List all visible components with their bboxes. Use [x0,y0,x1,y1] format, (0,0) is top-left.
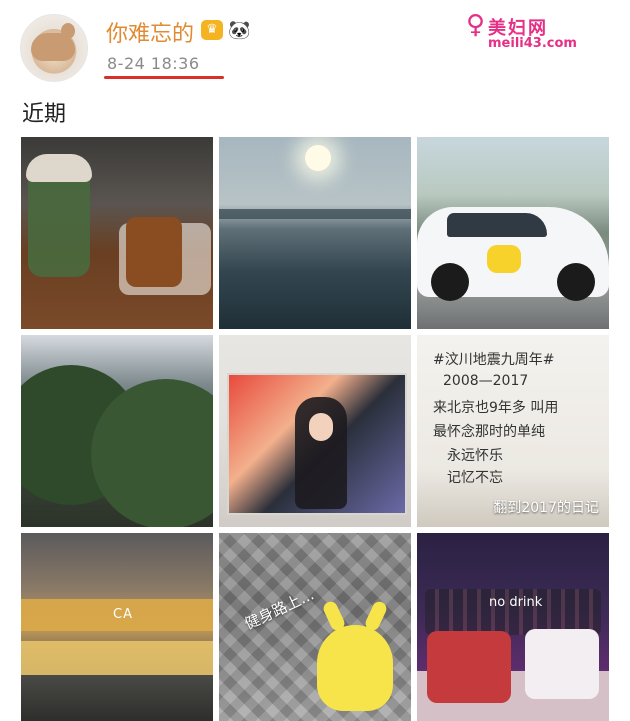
storefront-signage-text: CA [113,607,133,622]
photo-tile-1[interactable] [21,137,213,329]
coffee-cup-image [26,154,92,277]
diary-note: #汶川地震九周年# 2008—2017 来北京也9年多 叫用 最怀念那时的单纯 … [425,343,581,493]
photo-tile-8[interactable]: 健身路上... [219,533,411,721]
photo-caption: 翻到2017的日记 [493,500,599,516]
photo-caption: no drink [489,595,543,610]
white-cake-image [525,629,599,699]
diary-line-6: 记忆不忘 [447,470,503,486]
car-wheel-left [431,263,469,301]
photo-tile-4[interactable] [21,335,213,527]
pastry-image [126,217,182,287]
storefront-sign-lower [21,641,213,675]
car-wheel-right [557,263,595,301]
diary-line-4: 最怀念那时的单纯 [433,424,545,440]
diary-line-5: 永远怀乐 [447,448,503,464]
diary-line-2: 2008—2017 [443,373,529,389]
diary-line-1: #汶川地震九周年# [433,352,555,368]
photo-grid: #汶川地震九周年# 2008—2017 来北京也9年多 叫用 最怀念那时的单纯 … [0,0,630,721]
pikachu-decal-image [487,245,521,273]
photo-tile-5[interactable] [219,335,411,527]
pikachu-plush-image [317,625,393,711]
shoreline-image [219,209,411,219]
portrait-face [309,413,333,441]
sun-image [305,145,331,171]
photo-tile-9[interactable]: no drink [417,533,609,721]
photo-tile-2[interactable] [219,137,411,329]
red-flower-cake-image [427,631,511,703]
photo-tile-7[interactable]: CA [21,533,213,721]
photo-tile-3[interactable] [417,137,609,329]
diary-line-3: 来北京也9年多 叫用 [433,400,559,416]
photo-tile-6[interactable]: #汶川地震九周年# 2008—2017 来北京也9年多 叫用 最怀念那时的单纯 … [417,335,609,527]
